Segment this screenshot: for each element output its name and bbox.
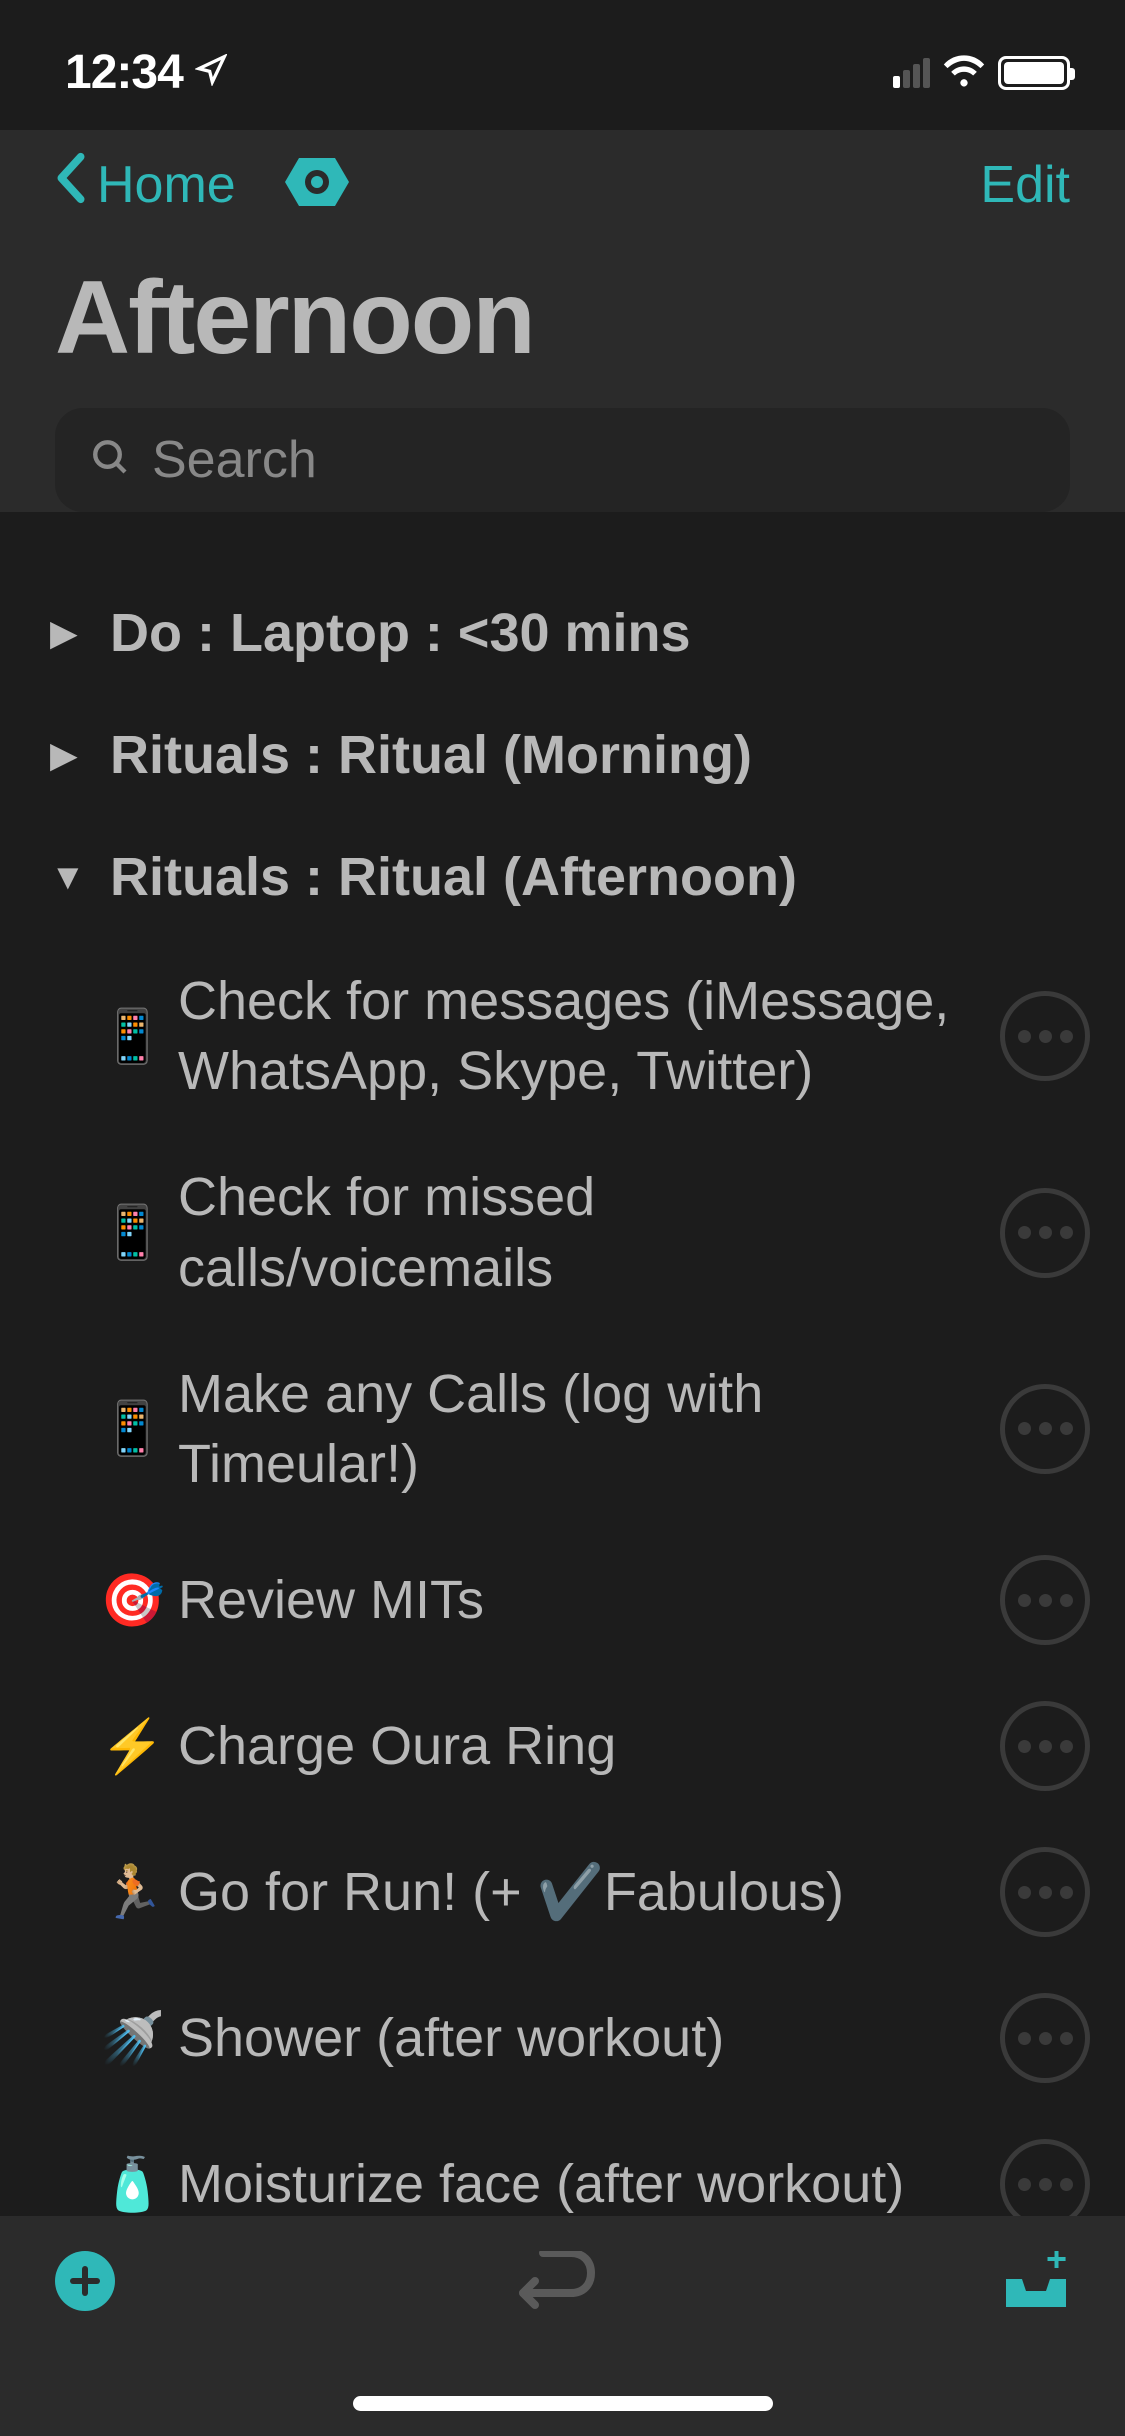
- ellipsis-icon: [1018, 1740, 1073, 1753]
- ellipsis-icon: [1018, 2178, 1073, 2191]
- status-left: 12:34: [65, 45, 227, 100]
- more-button[interactable]: [1000, 991, 1090, 1081]
- task-emoji-icon: ⚡: [100, 1716, 160, 1777]
- section-title: Rituals : Ritual (Morning): [110, 724, 752, 786]
- back-label: Home: [97, 155, 236, 215]
- disclosure-triangle-icon: [50, 856, 80, 898]
- section-header[interactable]: Do : Laptop : <30 mins: [0, 572, 1125, 694]
- task-emoji-icon: 📱: [100, 1006, 160, 1067]
- task-text: Moisturize face (after workout): [178, 2149, 982, 2219]
- task-text: Charge Oura Ring: [178, 1711, 982, 1781]
- battery-icon: [998, 56, 1070, 90]
- task-text: Check for missed calls/voicemails: [178, 1162, 982, 1302]
- disclosure-triangle-icon: [50, 734, 80, 776]
- task-item[interactable]: 📱 Check for messages (iMessage, WhatsApp…: [0, 938, 1125, 1134]
- ellipsis-icon: [1018, 1594, 1073, 1607]
- task-emoji-icon: 📱: [100, 1398, 160, 1459]
- task-text: Make any Calls (log with Timeular!): [178, 1359, 982, 1499]
- ellipsis-icon: [1018, 1226, 1073, 1239]
- section-title: Rituals : Ritual (Afternoon): [110, 846, 797, 908]
- status-time: 12:34: [65, 45, 183, 100]
- more-button[interactable]: [1000, 1555, 1090, 1645]
- task-item[interactable]: 🎯 Review MITs: [0, 1527, 1125, 1673]
- task-item[interactable]: 🚿 Shower (after workout): [0, 1965, 1125, 2111]
- task-emoji-icon: 🏃🏼: [100, 1862, 160, 1923]
- ellipsis-icon: [1018, 1030, 1073, 1043]
- task-item[interactable]: 🏃🏼 Go for Run! (+ ✔️Fabulous): [0, 1819, 1125, 1965]
- inbox-button[interactable]: +: [1002, 2251, 1070, 2318]
- nav-bar: Home Edit: [0, 130, 1125, 239]
- status-right: [893, 53, 1070, 92]
- more-button[interactable]: [1000, 1993, 1090, 2083]
- task-item[interactable]: ⚡ Charge Oura Ring: [0, 1673, 1125, 1819]
- wifi-icon: [942, 53, 986, 92]
- task-text: Go for Run! (+ ✔️Fabulous): [178, 1857, 982, 1927]
- status-bar: 12:34: [0, 0, 1125, 130]
- header-section: Home Edit Afternoon Search: [0, 130, 1125, 512]
- task-text: Review MITs: [178, 1565, 982, 1635]
- page-title: Afternoon: [0, 239, 1125, 408]
- back-button[interactable]: Home: [55, 150, 236, 219]
- search-input[interactable]: Search: [55, 408, 1070, 512]
- search-icon: [90, 437, 132, 484]
- section-header[interactable]: Rituals : Ritual (Morning): [0, 694, 1125, 816]
- perspective-icon[interactable]: [281, 154, 353, 215]
- task-emoji-icon: 📱: [100, 1202, 160, 1263]
- home-indicator[interactable]: [353, 2396, 773, 2411]
- add-button[interactable]: [55, 2251, 115, 2311]
- task-item[interactable]: 📱 Check for missed calls/voicemails: [0, 1134, 1125, 1330]
- nav-left: Home: [55, 150, 353, 219]
- svg-text:+: +: [1046, 2251, 1067, 2279]
- task-text: Shower (after workout): [178, 2003, 982, 2073]
- section-header[interactable]: Rituals : Ritual (Afternoon): [0, 816, 1125, 938]
- disclosure-triangle-icon: [50, 612, 80, 654]
- more-button[interactable]: [1000, 1384, 1090, 1474]
- task-emoji-icon: 🧴: [100, 2154, 160, 2215]
- ellipsis-icon: [1018, 1422, 1073, 1435]
- ellipsis-icon: [1018, 2032, 1073, 2045]
- search-placeholder: Search: [152, 430, 317, 490]
- section-title: Do : Laptop : <30 mins: [110, 602, 691, 664]
- more-button[interactable]: [1000, 1188, 1090, 1278]
- location-icon: [195, 54, 227, 91]
- content: Do : Laptop : <30 mins Rituals : Ritual …: [0, 542, 1125, 2257]
- task-emoji-icon: 🚿: [100, 2008, 160, 2069]
- task-text: Check for messages (iMessage, WhatsApp, …: [178, 966, 982, 1106]
- undo-button[interactable]: [519, 2251, 599, 2326]
- task-item[interactable]: 📱 Make any Calls (log with Timeular!): [0, 1331, 1125, 1527]
- ellipsis-icon: [1018, 1886, 1073, 1899]
- more-button[interactable]: [1000, 1701, 1090, 1791]
- chevron-left-icon: [55, 150, 87, 219]
- signal-bars-icon: [893, 58, 930, 88]
- task-emoji-icon: 🎯: [100, 1570, 160, 1631]
- more-button[interactable]: [1000, 1847, 1090, 1937]
- edit-button[interactable]: Edit: [980, 155, 1070, 215]
